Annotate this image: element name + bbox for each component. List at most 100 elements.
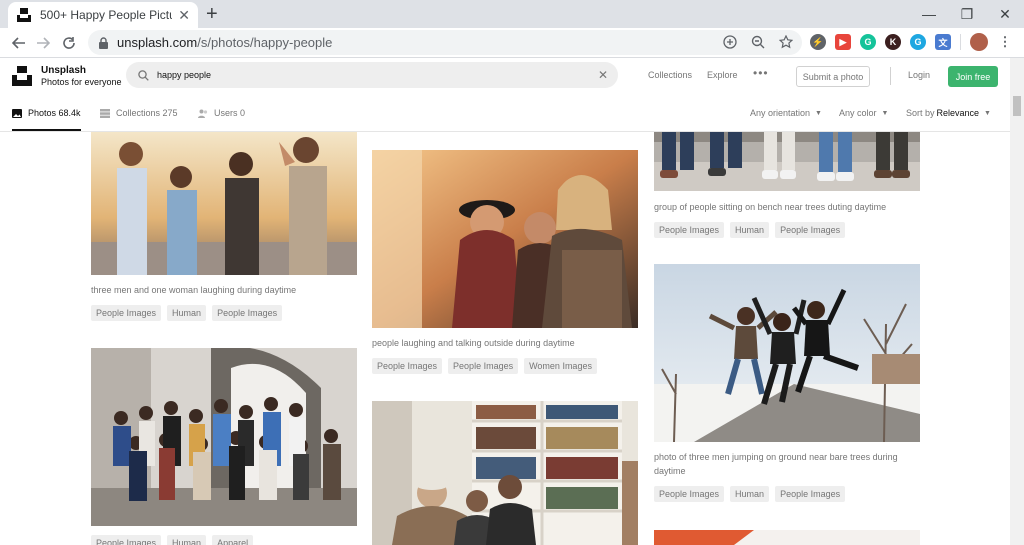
browser-menu-icon[interactable]: ⋮ xyxy=(997,34,1013,50)
photo-caption: photo of three men jumping on ground nea… xyxy=(654,452,898,476)
restore-icon[interactable]: ❐ xyxy=(948,0,986,28)
header-divider xyxy=(890,67,891,85)
address-bar[interactable]: unsplash.com/s/photos/happy-people xyxy=(88,30,802,55)
browser-tab[interactable]: 500+ Happy People Pictures | Do ✕ xyxy=(8,2,198,28)
tag-button[interactable]: People Images xyxy=(91,535,162,545)
clear-search-icon[interactable]: ✕ xyxy=(598,68,608,82)
lock-icon xyxy=(99,36,108,49)
submit-photo-button[interactable]: Submit a photo xyxy=(796,66,870,87)
nav-explore-link[interactable]: Explore xyxy=(707,70,738,80)
forward-icon[interactable] xyxy=(32,32,54,54)
photo-tags: People Images People Images Women Images xyxy=(372,358,597,374)
close-window-icon[interactable]: ✕ xyxy=(986,0,1024,28)
results-subnav: Photos 68.4k Collections 275 Users 0 Any… xyxy=(0,94,1010,132)
photo-library-group[interactable] xyxy=(372,401,638,545)
tab-users[interactable]: Users 0 xyxy=(198,108,245,118)
nav-collections-link[interactable]: Collections xyxy=(648,70,692,80)
extension-grammarly-icon[interactable]: G xyxy=(860,34,876,50)
tab-photos[interactable]: Photos 68.4k xyxy=(12,108,81,118)
brand-tagline: Photos for everyone xyxy=(41,77,122,87)
tag-button[interactable]: People Images xyxy=(654,222,725,238)
collections-icon xyxy=(100,108,110,118)
brand-name: Unsplash xyxy=(41,65,87,76)
extension-g-icon[interactable]: G xyxy=(910,34,926,50)
tag-button[interactable]: People Images xyxy=(91,305,162,321)
close-tab-icon[interactable]: ✕ xyxy=(178,7,190,24)
tag-button[interactable]: People Images xyxy=(448,358,519,374)
window-controls: — ❐ ✕ xyxy=(910,0,1024,28)
page-scrollbar[interactable] xyxy=(1010,58,1024,545)
tab-collections-label: Collections 275 xyxy=(116,108,178,118)
users-icon xyxy=(198,109,208,118)
back-icon[interactable] xyxy=(8,32,30,54)
photo-caption: three men and one woman laughing during … xyxy=(91,285,297,295)
tag-button[interactable]: Human xyxy=(167,305,207,321)
more-icon[interactable]: ••• xyxy=(753,66,769,80)
tag-button[interactable]: Human xyxy=(167,535,207,545)
unsplash-favicon-icon xyxy=(17,8,31,22)
photo-tags: People Images Human People Images xyxy=(91,305,283,321)
photo-caption: people laughing and talking outside duri… xyxy=(372,338,575,348)
chevron-down-icon: ▼ xyxy=(984,109,991,117)
tag-button[interactable]: Apparel xyxy=(212,535,254,545)
search-input[interactable] xyxy=(157,70,618,80)
tag-button[interactable]: People Images xyxy=(654,486,725,502)
photo-tags: People Images Human People Images xyxy=(654,486,846,502)
zoom-icon[interactable] xyxy=(750,34,766,50)
photo-tags: People Images Human People Images xyxy=(654,222,846,238)
extension-k-icon[interactable]: K xyxy=(885,34,901,50)
bookmark-star-icon[interactable] xyxy=(778,34,794,50)
photos-icon xyxy=(12,108,22,118)
extension-bolt-icon[interactable]: ⚡ xyxy=(810,34,826,50)
photo-men-jumping[interactable] xyxy=(654,264,920,442)
profile-avatar[interactable] xyxy=(970,33,988,51)
reload-icon[interactable] xyxy=(58,32,80,54)
photo-grid: three men and one woman laughing during … xyxy=(0,132,1010,545)
active-tab-indicator xyxy=(12,129,81,131)
tag-button[interactable]: Women Images xyxy=(524,358,597,374)
tag-button[interactable]: Human xyxy=(730,486,770,502)
photo-next[interactable] xyxy=(654,530,920,545)
minimize-icon[interactable]: — xyxy=(910,0,948,28)
tag-button[interactable]: Human xyxy=(730,222,770,238)
orientation-filter[interactable]: Any orientation ▼ xyxy=(750,108,822,118)
browser-tab-strip: 500+ Happy People Pictures | Do ✕ + — ❐ … xyxy=(0,0,1024,28)
photo-people-talking[interactable] xyxy=(372,150,638,328)
tag-button[interactable]: People Images xyxy=(775,486,846,502)
tag-button[interactable]: People Images xyxy=(212,305,283,321)
tag-button[interactable]: People Images xyxy=(372,358,443,374)
scrollbar-thumb[interactable] xyxy=(1013,96,1021,116)
photo-caption: group of people sitting on bench near tr… xyxy=(654,202,887,212)
search-icon[interactable] xyxy=(138,69,149,81)
orientation-filter-label: Any orientation xyxy=(750,108,811,118)
unsplash-logo-icon[interactable] xyxy=(12,66,32,86)
new-tab-button[interactable]: + xyxy=(206,4,218,24)
photo-people-bench[interactable] xyxy=(654,132,920,191)
chevron-down-icon: ▼ xyxy=(881,109,889,117)
site-header: Unsplash Photos for everyone ✕ Collectio… xyxy=(0,58,1010,94)
sort-prefix: Sort by xyxy=(906,108,935,118)
photo-tags: People Images Human Apparel xyxy=(91,535,254,545)
color-filter[interactable]: Any color ▼ xyxy=(839,108,888,118)
browser-toolbar: unsplash.com/s/photos/happy-people ⚡ ▶ G… xyxy=(0,28,1024,58)
extensions-bar: ⚡ ▶ G K G 文 ⋮ xyxy=(810,33,1013,51)
brand[interactable]: Unsplash Photos for everyone xyxy=(41,65,122,87)
tab-users-label: Users 0 xyxy=(214,108,246,118)
extension-translate-icon[interactable]: 文 xyxy=(935,34,951,50)
url-host: unsplash.com xyxy=(117,35,198,50)
login-link[interactable]: Login xyxy=(908,70,930,80)
browser-tab-title: 500+ Happy People Pictures | Do xyxy=(40,8,172,22)
sort-value: Relevance xyxy=(936,108,980,118)
photo-group-stairs[interactable] xyxy=(91,348,357,526)
tab-collections[interactable]: Collections 275 xyxy=(100,108,178,118)
url-text: unsplash.com/s/photos/happy-people xyxy=(117,35,332,50)
url-path: /s/photos/happy-people xyxy=(197,35,333,50)
color-filter-label: Any color xyxy=(839,108,877,118)
join-free-button[interactable]: Join free xyxy=(948,66,998,87)
extension-play-icon[interactable]: ▶ xyxy=(835,34,851,50)
photo-friends-laughing[interactable] xyxy=(91,132,357,275)
tag-button[interactable]: People Images xyxy=(775,222,846,238)
add-icon[interactable] xyxy=(722,34,738,50)
search-bar: ✕ xyxy=(126,62,618,88)
sort-filter[interactable]: Sort by Relevance ▼ xyxy=(906,108,991,118)
